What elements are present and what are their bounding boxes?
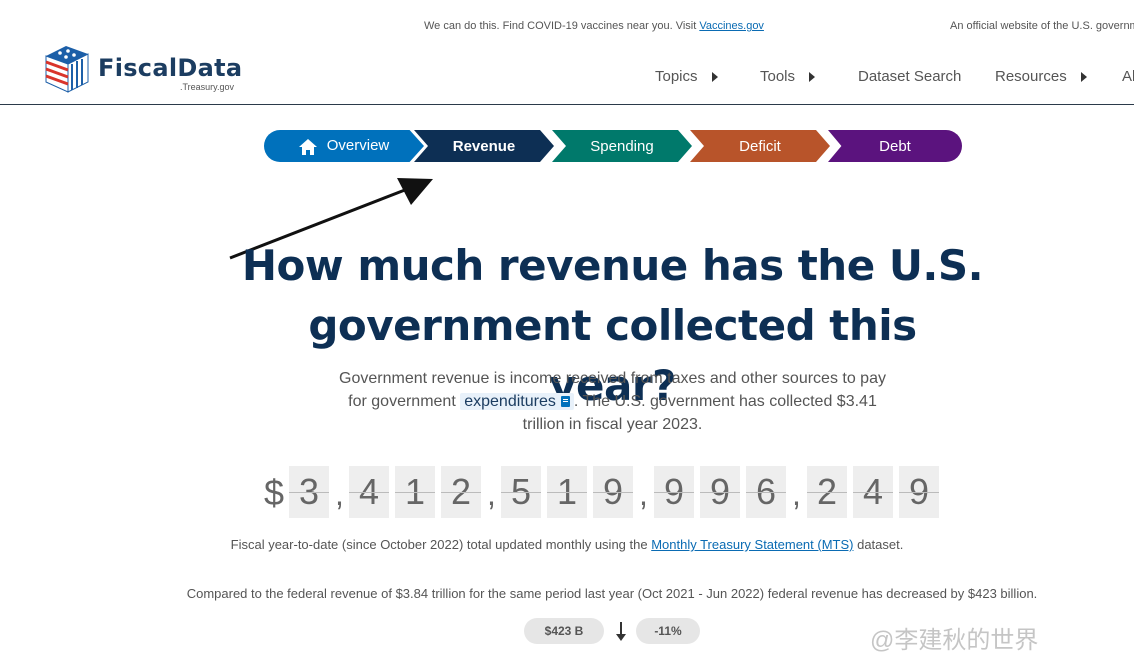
glossary-term-label: expenditures [464,393,556,410]
tab-debt-label: Debt [879,137,911,155]
nav-topics[interactable]: Topics [655,68,718,85]
counter-digit: 2 [807,466,847,518]
intro-paragraph: Government revenue is income received fr… [330,367,895,436]
nav-about[interactable]: Al [1122,68,1134,85]
tab-overview[interactable]: Overview [264,130,424,162]
counter-digit: 1 [547,466,587,518]
book-icon [560,396,570,407]
nav-topics-label: Topics [655,68,698,85]
header-divider [0,104,1134,105]
nav-dataset-search-label: Dataset Search [858,68,962,85]
nav-about-label: Al [1122,68,1134,85]
counter-digit: 3 [289,466,329,518]
tab-deficit[interactable]: Deficit [690,130,830,162]
tab-revenue-label: Revenue [452,137,516,155]
counter-comma: , [335,476,344,512]
glossary-term-expenditures[interactable]: expenditures [460,393,574,410]
mts-link[interactable]: Monthly Treasury Statement (MTS) [651,537,853,552]
caret-right-icon [809,71,816,82]
counter-currency: $ [264,472,285,513]
home-icon [298,138,317,155]
counter-digit: 6 [746,466,786,518]
caret-right-icon [711,71,718,82]
tab-revenue[interactable]: Revenue [414,130,554,162]
counter-digit: 9 [654,466,694,518]
vaccines-link[interactable]: Vaccines.gov [699,20,764,32]
tab-deficit-label: Deficit [739,137,781,155]
top-banner: We can do this. Find COVID-19 vaccines n… [0,20,1134,38]
counter-digit: 2 [441,466,481,518]
tab-spending[interactable]: Spending [552,130,692,162]
counter-note-after: dataset. [853,537,904,552]
counter-digit: 1 [395,466,435,518]
nav-resources-label: Resources [995,68,1067,85]
fiscaldata-flag-icon [45,46,89,93]
counter-digit: 4 [349,466,389,518]
change-percent-badge: -11% [636,618,700,644]
counter-comma: , [792,476,801,512]
comparison-text: Compared to the federal revenue of $3.84… [186,586,1038,601]
page-title-line1: How much revenue has the U.S. [241,241,984,290]
explainer-tabs: Overview Revenue Spending Deficit Debt [264,130,962,162]
counter-comma: , [639,476,648,512]
counter-note: Fiscal year-to-date (since October 2022)… [0,537,1134,552]
counter-digit: 5 [501,466,541,518]
arrow-down-icon [616,622,626,641]
change-amount-badge: $423 B [524,618,604,644]
covid-banner-message: We can do this. Find COVID-19 vaccines n… [424,20,700,32]
tab-overview-label: Overview [326,137,390,155]
tab-debt[interactable]: Debt [828,130,962,162]
nav-resources[interactable]: Resources [995,68,1087,85]
watermark: @李建秋的世界 [870,627,1039,654]
counter-comma: , [487,476,496,512]
nav-dataset-search[interactable]: Dataset Search [858,68,961,85]
nav-tools-label: Tools [760,68,796,85]
counter-note-before: Fiscal year-to-date (since October 2022)… [230,537,652,552]
logo-name: FiscalData [98,54,243,82]
caret-right-icon [1080,71,1087,82]
fiscaldata-logo[interactable]: FiscalData .Treasury.gov [42,44,242,98]
counter-digit: 4 [853,466,893,518]
logo-subtitle: .Treasury.gov [180,82,235,92]
tab-spending-label: Spending [590,137,654,155]
official-website-text: An official website of the U.S. governm [950,20,1134,32]
counter-digit: 9 [899,466,939,518]
covid-banner-text: We can do this. Find COVID-19 vaccines n… [424,20,764,32]
counter-digit: 9 [593,466,633,518]
nav-tools[interactable]: Tools [760,68,816,85]
counter-digit: 9 [700,466,740,518]
intro-text-part2: . The U.S. government has collected $3.4… [522,393,877,433]
